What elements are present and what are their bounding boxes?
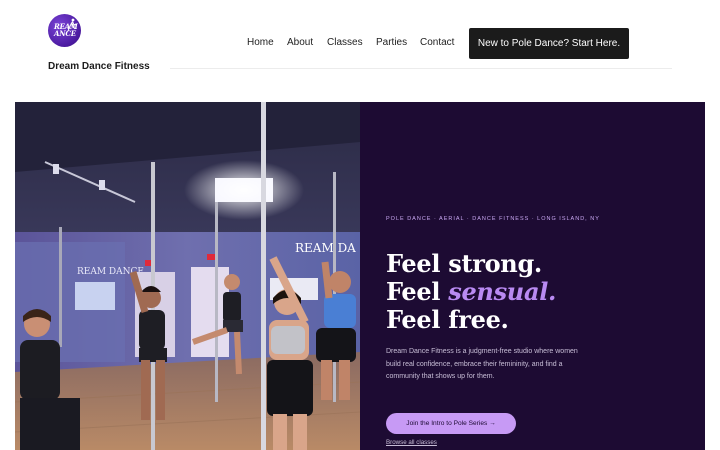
hero-section: REAM DANCE REAM DA POLE DANCE · AERIAL ·… <box>15 102 705 450</box>
hero-description: Dream Dance Fitness is a judgment-free s… <box>386 348 578 380</box>
studio-photo-illustration: REAM DANCE REAM DA <box>15 102 360 450</box>
nav-classes[interactable]: Classes <box>327 37 363 48</box>
headline-line-1: Feel strong. <box>386 249 542 278</box>
join-intro-button[interactable]: Join the Intro to Pole Series → <box>386 413 516 434</box>
header-divider <box>170 68 672 69</box>
brand-name[interactable]: Dream Dance Fitness <box>48 61 150 72</box>
headline-line-3: Feel free. <box>386 305 509 334</box>
headline-line-2-prefix: Feel <box>386 277 449 306</box>
nav-home[interactable]: Home <box>247 37 274 48</box>
dancer-silhouette-icon <box>67 18 77 32</box>
hero-headline: Feel strong. Feel sensual. Feel free. <box>386 250 556 334</box>
wall-sign-text: REAM DA <box>295 241 356 255</box>
nav-about[interactable]: About <box>287 37 313 48</box>
browse-classes-link[interactable]: Browse all classes <box>386 439 437 446</box>
headline-line-2-accent: sensual. <box>448 277 557 306</box>
nav-parties[interactable]: Parties <box>376 37 407 48</box>
studio-group-photo: REAM DANCE REAM DA <box>15 102 360 450</box>
brand-logo[interactable]: REAM ANCE <box>48 14 81 47</box>
hero-text-panel: Pole Dance · Aerial · Dance Fitness · Lo… <box>360 102 705 450</box>
site-header: REAM ANCE Dream Dance Fitness Home About… <box>0 0 720 100</box>
start-here-button[interactable]: New to Pole Dance? Start Here. <box>469 28 629 59</box>
nav-contact[interactable]: Contact <box>420 37 454 48</box>
hero-eyebrow: Pole Dance · Aerial · Dance Fitness · Lo… <box>386 216 600 222</box>
